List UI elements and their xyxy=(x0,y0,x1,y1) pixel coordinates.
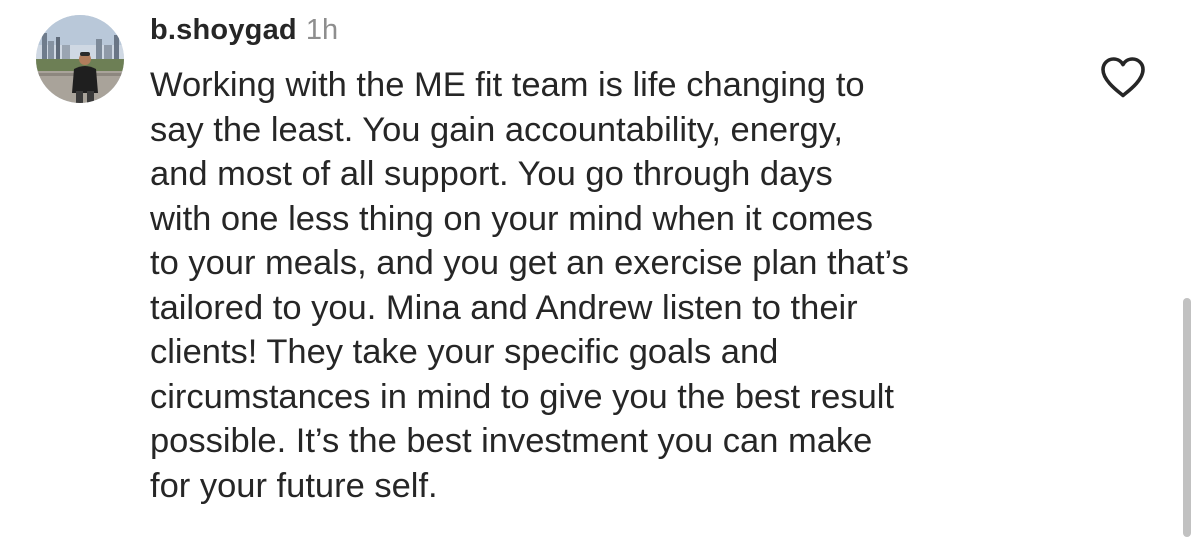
comment-text-line: for your future self. xyxy=(150,466,438,505)
comment-text: Working with the ME fit team is life cha… xyxy=(150,63,1110,508)
avatar-photo xyxy=(36,15,124,103)
comment-text-line: possible. It’s the best investment you c… xyxy=(150,422,873,460)
comment-text-line: with one less thing on your mind when it… xyxy=(150,199,873,238)
comment: b.shoygad 1h Working with the ME fit tea… xyxy=(0,0,1200,537)
comment-text-line: to your meals, and you get an exercise p… xyxy=(150,244,909,282)
comment-text-line: and most of all support. You go through … xyxy=(150,155,833,193)
comment-text-line: say the least. You gain accountability, … xyxy=(150,110,844,149)
comment-text-line: circumstances in mind to give you the be… xyxy=(150,377,895,416)
avatar[interactable] xyxy=(36,15,124,103)
like-button[interactable] xyxy=(1098,54,1148,100)
heart-outline-icon xyxy=(1101,57,1145,98)
comment-text-line: tailored to you. Mina and Andrew listen … xyxy=(150,288,858,327)
timestamp[interactable]: 1h xyxy=(306,14,338,47)
comment-text-line: Working with the ME fit team is life cha… xyxy=(150,66,865,104)
scrollbar[interactable] xyxy=(1183,298,1191,537)
comment-header: b.shoygad 1h xyxy=(150,14,338,54)
username[interactable]: b.shoygad xyxy=(150,14,297,47)
comment-text-line: clients! They take your specific goals a… xyxy=(150,333,779,371)
